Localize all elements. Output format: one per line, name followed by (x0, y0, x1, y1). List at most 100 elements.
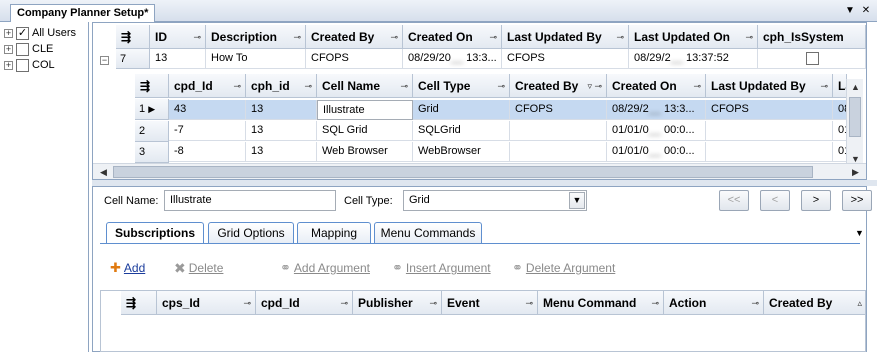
cell-id[interactable]: 13 (150, 49, 206, 69)
pin-icon[interactable]: ⊸ (390, 25, 398, 48)
pin-icon[interactable]: ⊸ (243, 291, 251, 314)
cell-cph-id[interactable]: 13 (246, 142, 317, 162)
cell-type[interactable]: SQLGrid (413, 121, 510, 141)
column-header-event[interactable]: Event ⊸ (442, 291, 538, 315)
cell-created-on[interactable]: 08/29/20__ 13:3... (403, 49, 502, 69)
scroll-thumb[interactable] (113, 166, 813, 178)
column-header-created-by[interactable]: Created By ▿ ⊸ (510, 74, 607, 98)
expand-icon[interactable]: + (4, 28, 13, 38)
cell-last-updated-by[interactable] (706, 142, 833, 162)
cell-is-system[interactable] (758, 49, 866, 69)
cell-created-by[interactable] (510, 142, 607, 162)
close-icon[interactable]: ✕ (859, 4, 873, 18)
column-header-last-updated-by[interactable]: Last Updated By ⊸ (706, 74, 833, 98)
column-header-cps-id[interactable]: cps_Id ⊸ (157, 291, 256, 315)
pin-icon[interactable]: ⊸ (651, 291, 659, 314)
column-header-las[interactable]: Las (833, 74, 847, 98)
cell-name-editor[interactable]: Illustrate (317, 100, 413, 120)
prev-record-button[interactable]: < (760, 190, 790, 211)
cell-type[interactable]: WebBrowser (413, 142, 510, 162)
vertical-scrollbar[interactable]: ▲ ▼ (846, 79, 863, 167)
pin-icon[interactable]: ⊸ (304, 74, 312, 97)
delete-argument-button[interactable]: ⚭ Delete Argument (512, 259, 615, 277)
first-record-button[interactable]: << (719, 190, 749, 211)
cell-created-by[interactable]: CFOPS (510, 100, 607, 120)
collapse-icon[interactable]: − (100, 56, 109, 65)
document-tab[interactable]: Company Planner Setup* (10, 4, 156, 23)
scroll-left-icon[interactable]: ◀ (95, 164, 112, 179)
dropdown-icon[interactable]: ▼ (843, 4, 857, 18)
row-header[interactable]: 7 (116, 49, 150, 69)
column-header-menu-command[interactable]: Menu Command ⊸ (538, 291, 664, 315)
tree-item-all-users[interactable]: + ✓ All Users (4, 25, 76, 41)
column-header-created-by[interactable]: Created By ▵ (764, 291, 865, 315)
pin-icon[interactable]: ⊸ (293, 25, 301, 48)
column-chooser-icon[interactable]: ⇶ (121, 291, 157, 315)
expand-icon[interactable]: + (4, 60, 13, 70)
tab-subscriptions[interactable]: Subscriptions (106, 222, 204, 244)
add-button[interactable]: ✚ Add (110, 259, 145, 277)
cell-name[interactable]: SQL Grid (317, 121, 413, 141)
column-header-created-on[interactable]: Created On ⊸ (403, 25, 502, 49)
column-header-id[interactable]: ID ⊸ (150, 25, 206, 49)
pin-icon[interactable]: ⊸ (497, 74, 505, 97)
cell-created-by[interactable] (510, 121, 607, 141)
pin-icon[interactable]: ⊸ (233, 74, 241, 97)
column-header-created-on[interactable]: Created On ⊸ (607, 74, 706, 98)
row-header[interactable]: 1 ▶ (135, 99, 169, 120)
checkbox-icon[interactable] (16, 42, 29, 56)
cell-cph-id[interactable]: 13 (246, 121, 317, 141)
cell-type-select[interactable]: Grid ▼ (403, 190, 587, 211)
pin-icon[interactable]: ⊸ (751, 291, 759, 314)
cell-las[interactable]: 01/0 (833, 142, 847, 162)
cell-created-on[interactable]: 08/29/2__ 13:3... (607, 100, 706, 120)
cell-type[interactable]: Grid (413, 100, 510, 120)
checkbox-icon[interactable] (806, 52, 819, 65)
tab-list-dropdown-icon[interactable]: ▼ (855, 228, 864, 238)
chevron-down-icon[interactable]: ▼ (569, 192, 585, 209)
sort-icon[interactable]: ▵ (857, 291, 862, 314)
column-header-cpd-id[interactable]: cpd_Id ⊸ (256, 291, 353, 315)
tree-item-col[interactable]: + COL (4, 57, 55, 73)
cell-created-on[interactable]: 01/01/0__ 00:0... (607, 121, 706, 141)
column-chooser-icon[interactable]: ⇶ (116, 25, 150, 49)
cell-description[interactable]: How To (206, 49, 306, 69)
column-header-is-system[interactable]: cph_IsSystem (758, 25, 866, 49)
column-header-publisher[interactable]: Publisher ⊸ (353, 291, 442, 315)
cell-last-updated-by[interactable]: CFOPS (502, 49, 629, 69)
cell-last-updated-on[interactable]: 08/29/2__ 13:37:52 (629, 49, 758, 69)
cell-last-updated-by[interactable] (706, 121, 833, 141)
pin-icon[interactable]: ⊸ (489, 25, 497, 48)
cell-last-updated-by[interactable]: CFOPS (706, 100, 833, 120)
tab-menu-commands[interactable]: Menu Commands (374, 222, 482, 243)
cell-cpd-id[interactable]: 43 (169, 100, 246, 120)
cell-cpd-id[interactable]: -8 (169, 142, 246, 162)
cell-created-by[interactable]: CFOPS (306, 49, 403, 69)
cell-las[interactable]: 01/0 (833, 121, 847, 141)
horizontal-scrollbar[interactable]: ◀ ▶ (93, 163, 866, 179)
tab-mapping[interactable]: Mapping (297, 222, 371, 243)
cell-created-on[interactable]: 01/01/0__ 00:0... (607, 142, 706, 162)
expand-icon[interactable]: + (4, 44, 13, 54)
column-header-cpd-id[interactable]: cpd_Id ⊸ (169, 74, 246, 98)
pin-icon[interactable]: ⊸ (525, 291, 533, 314)
column-header-last-updated-by[interactable]: Last Updated By ⊸ (502, 25, 629, 49)
last-record-button[interactable]: >> (842, 190, 872, 211)
insert-argument-button[interactable]: ⚭ Insert Argument (392, 259, 491, 277)
sort-filter-icon[interactable]: ▿ ⊸ (587, 74, 602, 97)
column-header-cell-name[interactable]: Cell Name ⊸ (317, 74, 413, 98)
column-chooser-icon[interactable]: ⇶ (135, 74, 169, 98)
cell-cph-id[interactable]: 13 (246, 100, 317, 120)
row-header[interactable]: 2 (135, 121, 169, 142)
pin-icon[interactable]: ⊸ (693, 74, 701, 97)
cell-name[interactable]: Web Browser (317, 142, 413, 162)
column-header-cph-id[interactable]: cph_id ⊸ (246, 74, 317, 98)
next-record-button[interactable]: > (801, 190, 831, 211)
scroll-right-icon[interactable]: ▶ (847, 164, 864, 179)
column-header-created-by[interactable]: Created By ⊸ (306, 25, 403, 49)
row-header[interactable]: 3 (135, 142, 169, 163)
column-header-description[interactable]: Description ⊸ (206, 25, 306, 49)
delete-button[interactable]: ✖ Delete (174, 259, 223, 277)
pin-icon[interactable]: ⊸ (400, 74, 408, 97)
cell-cpd-id[interactable]: -7 (169, 121, 246, 141)
